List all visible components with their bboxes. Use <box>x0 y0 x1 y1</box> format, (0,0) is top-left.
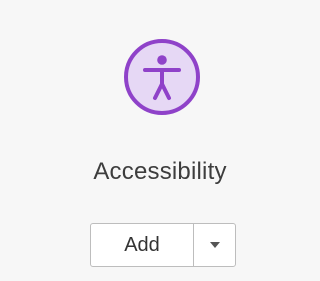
chevron-down-icon <box>209 242 220 248</box>
tool-card[interactable]: Accessibility Add <box>0 0 320 281</box>
add-split-button[interactable]: Add <box>90 223 236 267</box>
add-dropdown-button[interactable] <box>194 224 235 266</box>
accessibility-icon <box>122 37 202 117</box>
add-button[interactable]: Add <box>91 224 194 266</box>
tool-title: Accessibility <box>93 158 227 185</box>
